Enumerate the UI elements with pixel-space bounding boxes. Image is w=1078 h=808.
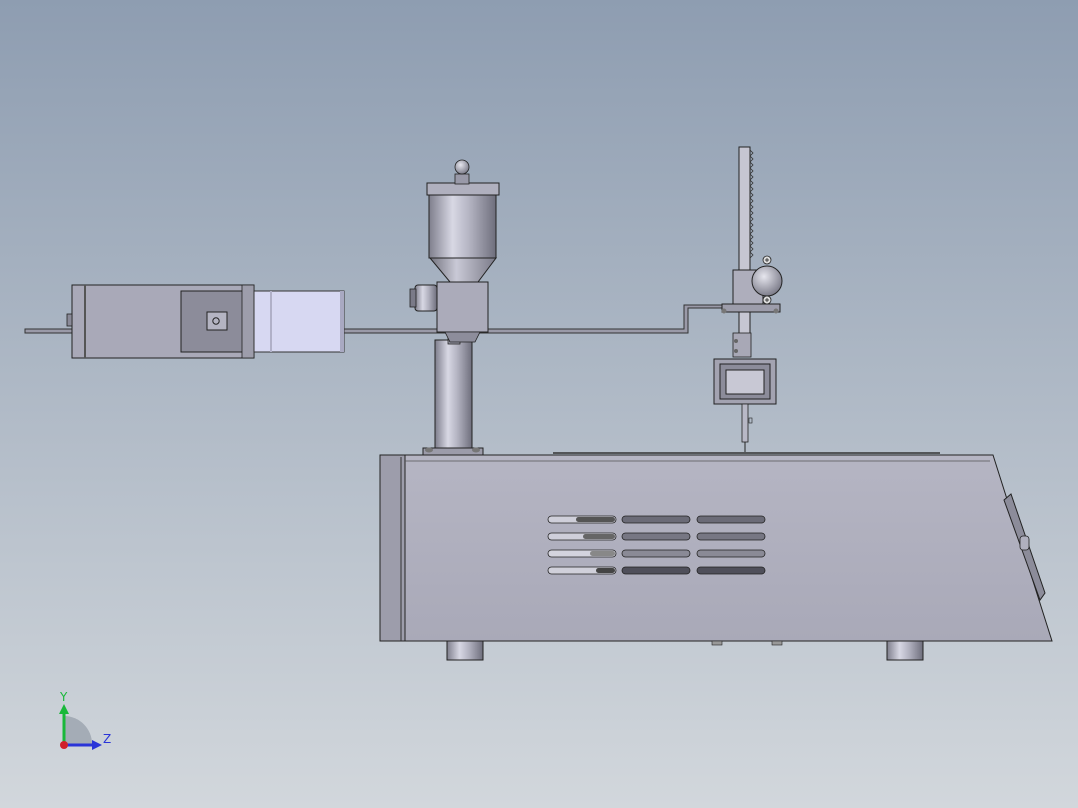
triad-z-label: Z: [103, 732, 111, 746]
cad-viewport[interactable]: Y Z: [0, 0, 1078, 808]
vent-slot: [621, 549, 691, 558]
vent-slot: [547, 515, 617, 524]
vent-slot: [696, 515, 766, 524]
control-switch[interactable]: [1019, 535, 1030, 551]
motor-terminal-icon: [206, 311, 228, 331]
base-foot: [886, 640, 924, 661]
vent-slot: [621, 515, 691, 524]
base-foot: [446, 640, 484, 661]
viewport-background: [0, 0, 1078, 808]
cad-canvas[interactable]: Y Z: [0, 0, 1078, 808]
vent-slot: [547, 532, 617, 541]
vent-slot: [547, 549, 617, 558]
vent-slot: [621, 532, 691, 541]
motor-housing[interactable]: [66, 284, 345, 359]
triad-y-label: Y: [59, 690, 68, 704]
vent-slot: [621, 566, 691, 575]
vent-slot: [696, 549, 766, 558]
vent-slot: [696, 532, 766, 541]
machine-base[interactable]: [379, 452, 1053, 642]
hopper-knob-icon[interactable]: [454, 159, 470, 175]
vent-slot: [696, 566, 766, 575]
vent-slot: [547, 566, 617, 575]
extrusion-barrel[interactable]: [253, 290, 345, 353]
